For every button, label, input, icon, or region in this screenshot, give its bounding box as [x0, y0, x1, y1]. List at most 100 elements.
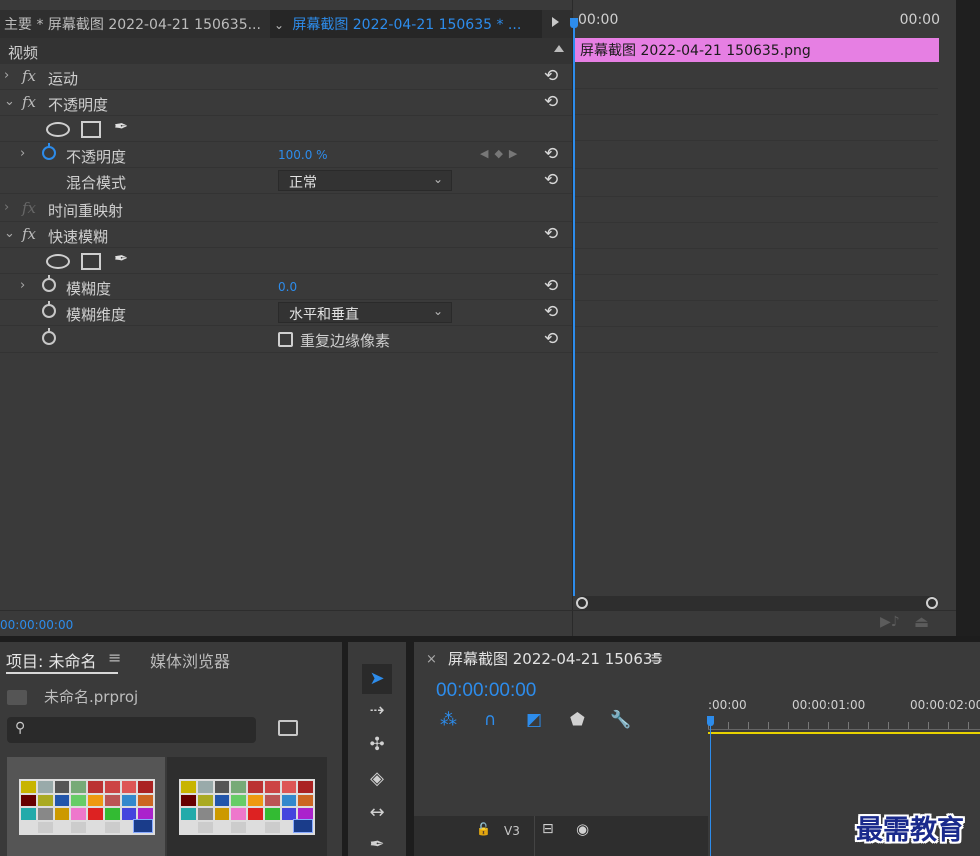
- export-icon[interactable]: ⏏: [914, 612, 929, 631]
- chevron-down-icon: ⌄: [432, 304, 443, 318]
- keyframe-navigator-icon[interactable]: ◀◆▶: [480, 147, 523, 160]
- reset-icon[interactable]: ⟲: [544, 302, 558, 322]
- play-audio-icon[interactable]: ▶♪: [880, 614, 900, 630]
- effect-name: 时间重映射: [48, 202, 124, 220]
- eye-icon[interactable]: ◉: [576, 820, 589, 838]
- fx-icon[interactable]: fx: [22, 225, 36, 243]
- linked-selection-icon[interactable]: ◩: [526, 710, 542, 730]
- blend-mode-dropdown[interactable]: 正常 ⌄: [278, 170, 452, 191]
- zoom-scrollbar[interactable]: [576, 596, 938, 610]
- param-name: 不透明度: [66, 148, 127, 166]
- reset-icon[interactable]: ⟲: [544, 170, 558, 190]
- panel-menu-icon[interactable]: ≡: [108, 648, 121, 667]
- scroll-handle-left[interactable]: [576, 597, 588, 609]
- stopwatch-icon[interactable]: [42, 328, 56, 345]
- clip-tab[interactable]: ⌄ 屏幕截图 2022-04-21 150635 * ...: [270, 10, 542, 38]
- param-name: 模糊度: [66, 280, 112, 298]
- stopwatch-icon[interactable]: [42, 275, 56, 292]
- reset-icon[interactable]: ⟲: [544, 66, 558, 86]
- lock-icon[interactable]: 🔓: [476, 822, 491, 836]
- blurriness-value[interactable]: 0.0: [278, 280, 297, 294]
- row-line: [573, 168, 938, 169]
- thumbnail-image: [179, 779, 315, 835]
- clip-bar[interactable]: 屏幕截图 2022-04-21 150635.png: [575, 38, 939, 62]
- ruler-label: 00:00:01:00: [792, 698, 866, 712]
- chevron-down-icon[interactable]: ⌄: [4, 226, 15, 241]
- row-line: [573, 88, 938, 89]
- reset-icon[interactable]: ⟲: [544, 144, 558, 164]
- section-title: 视频: [8, 44, 39, 62]
- snap-magnet-icon[interactable]: ∩: [484, 710, 496, 730]
- effect-fast-blur-row[interactable]: ⌄ fx 快速模糊 ⟲: [0, 222, 572, 248]
- param-name: 混合模式: [66, 174, 127, 192]
- reset-icon[interactable]: ⟲: [544, 224, 558, 244]
- ruler-label: 00:00:02:00: [910, 698, 980, 712]
- param-name: 模糊维度: [66, 306, 127, 324]
- pen-mask-icon[interactable]: ✒: [114, 249, 128, 269]
- rectangle-mask-icon[interactable]: [81, 253, 101, 270]
- side-gap: [956, 0, 980, 636]
- media-thumbnail[interactable]: [167, 757, 327, 856]
- blur-dimensions-dropdown[interactable]: 水平和垂直 ⌄: [278, 302, 452, 323]
- still-image-badge-icon: [293, 819, 313, 833]
- effect-time-remap-row[interactable]: › fx 时间重映射: [0, 196, 572, 222]
- project-tab[interactable]: 项目: 未命名: [6, 648, 96, 672]
- media-browser-tab[interactable]: 媒体浏览器: [150, 648, 230, 672]
- ellipse-mask-icon[interactable]: [46, 254, 70, 269]
- scroll-handle-right[interactable]: [926, 597, 938, 609]
- sequence-tab[interactable]: 屏幕截图 2022-04-21 150635: [448, 648, 662, 669]
- wrench-icon[interactable]: 🔧: [610, 710, 631, 730]
- row-line: [573, 114, 938, 115]
- collapse-up-icon[interactable]: [554, 45, 564, 52]
- reset-icon[interactable]: ⟲: [544, 329, 558, 349]
- current-timecode[interactable]: 00:00:00:00: [0, 618, 73, 632]
- opacity-value[interactable]: 100.0 %: [278, 148, 328, 162]
- media-thumbnail-selected[interactable]: [7, 757, 165, 856]
- playhead[interactable]: [707, 716, 714, 856]
- master-clip-tab[interactable]: 主要 * 屏幕截图 2022-04-21 150635...: [4, 14, 268, 34]
- effect-opacity-row[interactable]: ⌄ fx 不透明度 ⟲: [0, 90, 572, 116]
- stopwatch-icon[interactable]: [42, 143, 56, 160]
- chevron-right-icon[interactable]: ›: [4, 200, 9, 215]
- stopwatch-icon[interactable]: [42, 301, 56, 318]
- thumbnail-image: [19, 779, 155, 835]
- dropdown-value: 正常: [289, 175, 317, 191]
- ripple-edit-tool-icon[interactable]: ✣: [362, 730, 392, 760]
- fx-icon[interactable]: fx: [22, 93, 36, 111]
- divider: [534, 816, 535, 856]
- effect-controls-header: 主要 * 屏幕截图 2022-04-21 150635... ⌄ 屏幕截图 20…: [0, 10, 572, 38]
- chevron-right-icon[interactable]: ›: [20, 278, 25, 293]
- nest-icon[interactable]: ⁂: [440, 710, 457, 730]
- playhead-timecode[interactable]: 00:00:00:00: [436, 680, 536, 702]
- sync-lock-icon[interactable]: ⊟: [542, 821, 554, 837]
- fx-icon[interactable]: fx: [22, 67, 36, 85]
- chevron-right-icon[interactable]: ›: [20, 146, 25, 161]
- chevron-right-icon[interactable]: ›: [4, 68, 9, 83]
- selection-tool-icon[interactable]: ➤: [362, 664, 392, 694]
- repeat-edge-checkbox[interactable]: [278, 332, 293, 347]
- close-icon[interactable]: ×: [426, 652, 437, 667]
- pen-mask-icon[interactable]: ✒: [114, 117, 128, 137]
- work-area-bar[interactable]: [708, 732, 980, 734]
- slip-tool-icon[interactable]: ↔: [362, 798, 392, 828]
- mask-tools-row: ✒: [0, 116, 572, 142]
- search-input[interactable]: ⚲: [7, 717, 256, 743]
- chevron-down-icon[interactable]: ⌄: [4, 94, 15, 109]
- play-icon[interactable]: [552, 17, 559, 27]
- razor-tool-icon[interactable]: ◈: [362, 764, 392, 794]
- reset-icon[interactable]: ⟲: [544, 276, 558, 296]
- add-marker-icon[interactable]: ⬟: [570, 710, 585, 730]
- reset-icon[interactable]: ⟲: [544, 92, 558, 112]
- panel-menu-icon[interactable]: ≡: [650, 648, 663, 667]
- track-select-tool-icon[interactable]: ⇢: [362, 696, 392, 726]
- pen-tool-icon[interactable]: ✒: [362, 830, 392, 856]
- effect-motion-row[interactable]: › fx 运动 ⟲: [0, 64, 572, 90]
- new-bin-search-icon[interactable]: [278, 720, 298, 736]
- ellipse-mask-icon[interactable]: [46, 122, 70, 137]
- track-name[interactable]: V3: [504, 824, 520, 838]
- search-icon: ⚲: [15, 720, 26, 736]
- playhead[interactable]: [570, 18, 578, 596]
- ruler-ticks[interactable]: [708, 722, 980, 730]
- effect-name: 运动: [48, 70, 79, 88]
- rectangle-mask-icon[interactable]: [81, 121, 101, 138]
